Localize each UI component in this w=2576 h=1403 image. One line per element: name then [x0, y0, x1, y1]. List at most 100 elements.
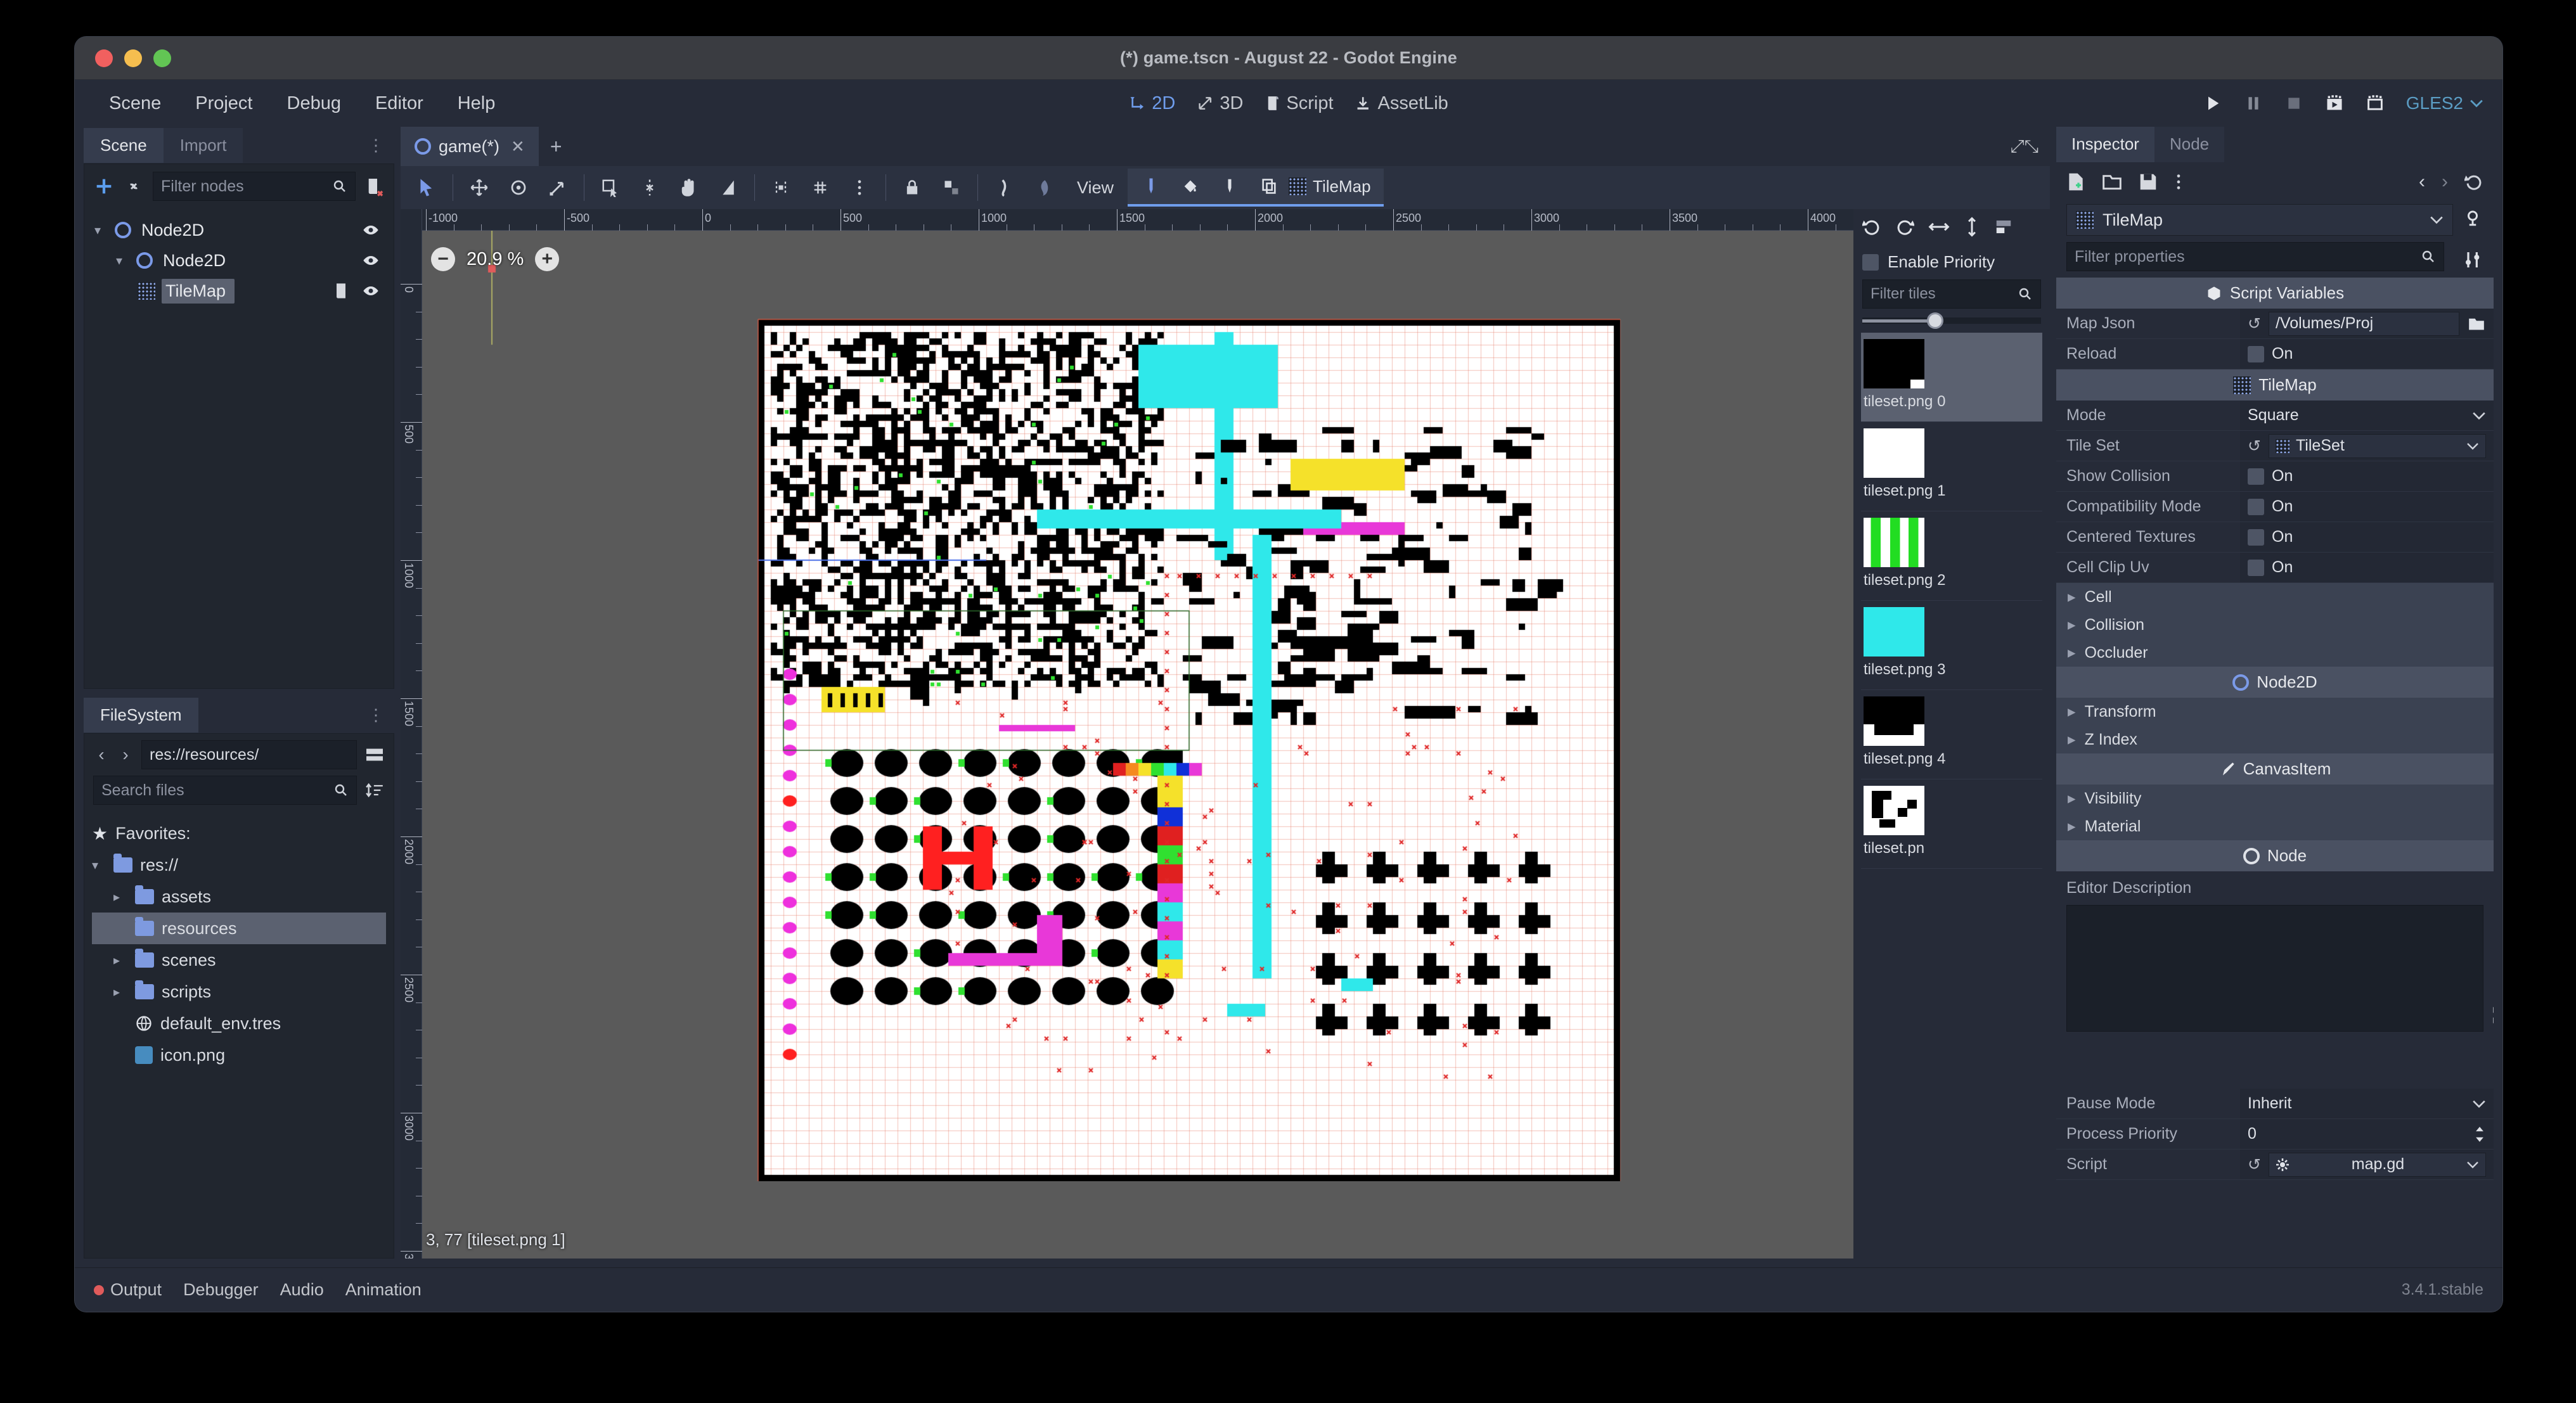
stop-icon[interactable] [2284, 94, 2303, 113]
canvas-area[interactable] [422, 231, 1853, 1259]
menu-editor[interactable]: Editor [360, 88, 439, 119]
revert-icon[interactable]: ↺ [2248, 314, 2261, 333]
tile-size-slider[interactable] [1862, 312, 2041, 329]
bottom-tab-animation[interactable]: Animation [345, 1280, 422, 1300]
tile-item[interactable]: tileset.pn [1861, 779, 2042, 869]
select-rect-icon[interactable] [1249, 169, 1289, 204]
paint-tool-icon[interactable] [1131, 169, 1171, 204]
rotate-right-icon[interactable] [1895, 217, 1914, 236]
object-type-selector[interactable]: TileMap [2066, 204, 2453, 236]
bucket-fill-icon[interactable] [1171, 169, 1210, 204]
property-row-compatibility-mode[interactable]: Compatibility Mode On [2056, 492, 2494, 522]
property-row-process-priority[interactable]: Process Priority 0 [2056, 1119, 2494, 1150]
chevron-down-icon[interactable] [2430, 215, 2444, 224]
property-value-cell[interactable]: ↺ /Volumes/Proj [2240, 309, 2494, 338]
fs-item-res-root[interactable]: ▾ res:// [92, 849, 386, 881]
menu-project[interactable]: Project [180, 88, 267, 119]
clear-transform-icon[interactable] [1994, 217, 2013, 236]
chevron-down-icon[interactable]: ▾ [92, 857, 106, 873]
inspector-settings-icon[interactable] [2463, 250, 2483, 269]
scene-panel-menu-icon[interactable]: ⋮ [368, 136, 394, 155]
expand-icon[interactable] [2492, 1006, 2494, 1025]
show-collision-checkbox[interactable] [2248, 468, 2264, 485]
nav-forward-icon[interactable]: › [117, 745, 134, 765]
move-tool-icon[interactable] [460, 170, 499, 205]
play-scene-icon[interactable] [2325, 94, 2344, 113]
flip-vertical-icon[interactable] [1964, 217, 1980, 237]
save-resource-icon[interactable] [2139, 172, 2158, 191]
view-menu-button[interactable]: View [1063, 178, 1128, 198]
close-icon[interactable]: ✕ [511, 137, 525, 157]
chevron-down-icon[interactable] [2466, 442, 2479, 450]
spinner-arrows-icon[interactable] [2473, 1126, 2486, 1143]
property-group-collision[interactable]: ▸ Collision [2056, 611, 2494, 639]
filter-nodes-input[interactable]: Filter nodes [153, 172, 356, 201]
search-files-input[interactable]: Search files [93, 776, 357, 805]
centered-textures-checkbox[interactable] [2248, 529, 2264, 546]
tab-3d[interactable]: 3D [1197, 93, 1243, 114]
fs-item-scripts[interactable]: ▸ scripts [92, 976, 386, 1008]
property-row-tile-set[interactable]: Tile Set ↺ TileSet [2056, 431, 2494, 461]
tab-node[interactable]: Node [2154, 127, 2225, 162]
property-row-centered-textures[interactable]: Centered Textures On [2056, 522, 2494, 553]
filter-properties-input[interactable]: Filter properties [2066, 242, 2444, 271]
play-custom-scene-icon[interactable] [2366, 94, 2385, 113]
chevron-down-icon[interactable] [2466, 1161, 2479, 1169]
tab-script[interactable]: Script [1265, 93, 1334, 114]
property-row-cell-clip-uv[interactable]: Cell Clip Uv On [2056, 553, 2494, 583]
property-value-cell[interactable]: On [2240, 461, 2494, 491]
chevron-right-icon[interactable]: ▸ [2068, 587, 2076, 606]
rotate-left-icon[interactable] [1862, 217, 1881, 236]
tab-import[interactable]: Import [163, 127, 243, 163]
tile-item[interactable]: tileset.png 4 [1861, 690, 2042, 779]
pivot-icon[interactable] [630, 170, 669, 205]
reload-checkbox[interactable] [2248, 345, 2264, 362]
script-resource-field[interactable]: map.gd [2268, 1152, 2486, 1177]
tile-list[interactable]: tileset.png 0 tileset.png 1 tileset.png … [1853, 333, 2050, 1259]
property-group-z-index[interactable]: ▸ Z Index [2056, 726, 2494, 753]
tab-assetlib[interactable]: AssetLib [1355, 93, 1448, 114]
chevron-right-icon[interactable]: ▸ [2068, 615, 2076, 634]
chevron-right-icon[interactable]: ▸ [113, 889, 127, 905]
toggle-split-mode-icon[interactable] [364, 746, 385, 763]
ruler-tool-icon[interactable] [709, 170, 748, 205]
property-row-map-json[interactable]: Map Json ↺ /Volumes/Proj [2056, 309, 2494, 339]
menu-debug[interactable]: Debug [272, 88, 356, 119]
zoom-out-button[interactable]: − [431, 247, 455, 271]
enable-priority-checkbox[interactable] [1862, 253, 1879, 271]
history-icon[interactable] [2464, 172, 2483, 191]
property-value-cell[interactable]: On [2240, 492, 2494, 522]
tile-item[interactable]: tileset.png 1 [1861, 422, 2042, 511]
property-value-cell[interactable]: On [2240, 553, 2494, 582]
property-value-cell[interactable]: Square [2240, 400, 2494, 430]
bottom-tab-audio[interactable]: Audio [280, 1280, 324, 1300]
chevron-right-icon[interactable]: ▸ [113, 952, 127, 968]
chevron-right-icon[interactable]: ▸ [2068, 817, 2076, 836]
tileset-resource-field[interactable]: TileSet [2268, 433, 2486, 458]
rotate-tool-icon[interactable] [499, 170, 538, 205]
grid-snap-icon[interactable] [801, 170, 840, 205]
property-value-cell[interactable]: Inherit [2240, 1089, 2494, 1118]
fs-item-resources[interactable]: resources [92, 913, 386, 944]
bottom-tab-debugger[interactable]: Debugger [183, 1280, 259, 1300]
visibility-eye-icon[interactable] [362, 252, 380, 269]
script-icon[interactable] [333, 282, 349, 300]
flip-horizontal-icon[interactable] [1928, 219, 1950, 235]
chevron-down-icon[interactable]: ▾ [116, 253, 130, 269]
menu-help[interactable]: Help [442, 88, 511, 119]
fs-item-default-env[interactable]: default_env.tres [92, 1008, 386, 1039]
tree-node-tilemap[interactable]: TileMap [88, 276, 390, 306]
picker-icon[interactable] [1210, 169, 1249, 204]
filter-tiles-input[interactable]: Filter tiles [1862, 279, 2041, 309]
tile-item[interactable]: tileset.png 3 [1861, 601, 2042, 690]
fs-item-icon-png[interactable]: icon.png [92, 1039, 386, 1071]
map-json-path-field[interactable]: /Volumes/Proj [2268, 311, 2459, 336]
property-row-script[interactable]: Script ↺ map.gd [2056, 1150, 2494, 1180]
menu-scene[interactable]: Scene [94, 88, 176, 119]
slider-handle[interactable] [1926, 312, 1943, 329]
chevron-down-icon[interactable] [2472, 411, 2486, 420]
lock-icon[interactable] [892, 170, 932, 205]
renderer-selector[interactable]: GLES2 [2406, 93, 2483, 113]
snap-options-icon[interactable] [840, 170, 879, 205]
new-resource-icon[interactable] [2066, 172, 2085, 192]
